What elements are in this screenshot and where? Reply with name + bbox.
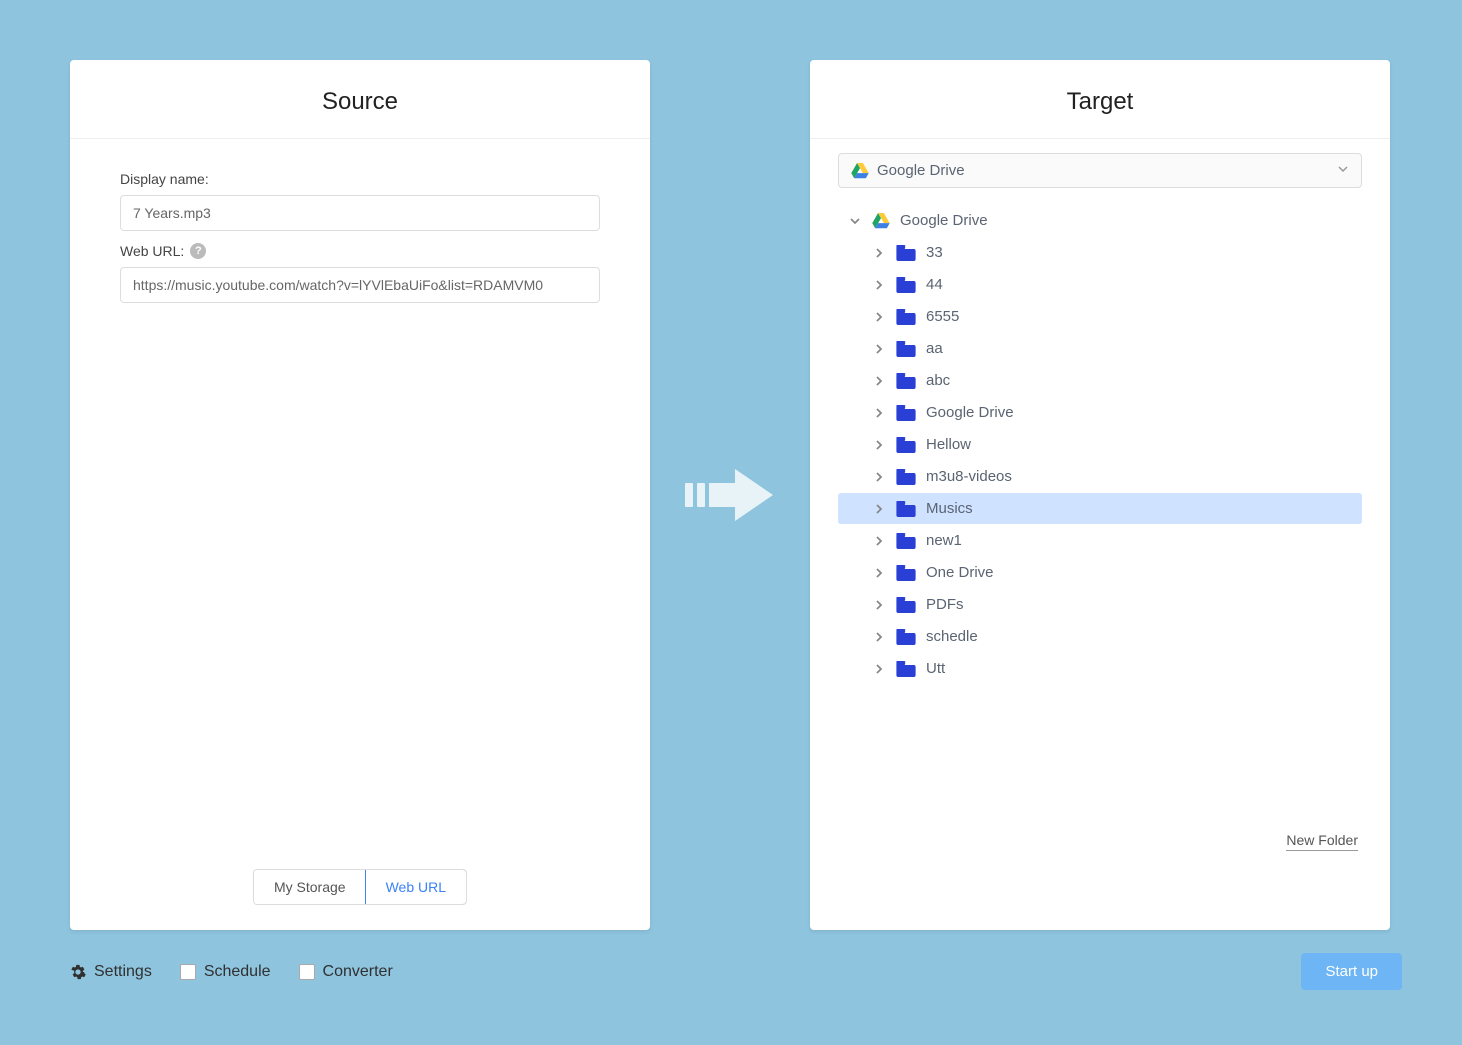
chevron-right-icon[interactable] — [872, 278, 886, 292]
transfer-arrow-icon — [680, 465, 780, 525]
tree-folder-item[interactable]: Musics — [838, 493, 1362, 524]
target-body: Google Drive — [810, 139, 1390, 930]
tree-folder-item[interactable]: new1 — [838, 525, 1362, 556]
chevron-right-icon[interactable] — [872, 246, 886, 260]
chevron-right-icon[interactable] — [872, 534, 886, 548]
tab-web-url[interactable]: Web URL — [365, 869, 467, 905]
help-icon[interactable]: ? — [190, 243, 206, 259]
chevron-right-icon[interactable] — [872, 662, 886, 676]
tree-folder-item[interactable]: Google Drive — [838, 397, 1362, 428]
folder-label: 6555 — [926, 308, 959, 325]
folder-icon — [896, 565, 916, 581]
checkbox-icon — [180, 964, 196, 980]
folder-icon — [896, 469, 916, 485]
tree-folder-item[interactable]: schedle — [838, 621, 1362, 652]
folder-icon — [896, 437, 916, 453]
web-url-label: Web URL: ? — [120, 243, 600, 259]
folder-label: Musics — [926, 500, 973, 517]
drive-select[interactable]: Google Drive — [838, 153, 1362, 188]
settings-link[interactable]: Settings — [70, 963, 152, 981]
tree-folder-item[interactable]: 33 — [838, 237, 1362, 268]
chevron-right-icon[interactable] — [872, 470, 886, 484]
tree-folder-item[interactable]: abc — [838, 365, 1362, 396]
folder-label: Utt — [926, 660, 945, 677]
tree-folder-item[interactable]: One Drive — [838, 557, 1362, 588]
display-name-input[interactable] — [120, 195, 600, 231]
target-panel: Target Google Drive — [810, 60, 1390, 930]
folder-label: schedle — [926, 628, 978, 645]
tree-root-label: Google Drive — [900, 212, 988, 229]
chevron-right-icon[interactable] — [872, 406, 886, 420]
source-title: Source — [70, 60, 650, 139]
folder-label: aa — [926, 340, 943, 357]
folder-label: abc — [926, 372, 950, 389]
tree-folder-item[interactable]: PDFs — [838, 589, 1362, 620]
chevron-right-icon[interactable] — [872, 598, 886, 612]
folder-icon — [896, 373, 916, 389]
folder-label: Hellow — [926, 436, 971, 453]
source-panel: Source Display name: Web URL: ? My Stora… — [70, 60, 650, 930]
folder-icon — [896, 501, 916, 517]
source-tabs: My Storage Web URL — [253, 869, 467, 905]
folder-icon — [896, 341, 916, 357]
chevron-right-icon[interactable] — [872, 502, 886, 516]
gear-icon — [70, 964, 86, 980]
folder-label: 33 — [926, 244, 943, 261]
chevron-right-icon[interactable] — [872, 566, 886, 580]
new-folder-link[interactable]: New Folder — [1286, 832, 1358, 851]
google-drive-icon — [851, 163, 869, 179]
folder-icon — [896, 245, 916, 261]
tree-folder-item[interactable]: Utt — [838, 653, 1362, 684]
tree-folder-item[interactable]: Hellow — [838, 429, 1362, 460]
folder-icon — [896, 597, 916, 613]
chevron-right-icon[interactable] — [872, 630, 886, 644]
tab-my-storage[interactable]: My Storage — [254, 870, 366, 904]
target-title: Target — [810, 60, 1390, 139]
folder-icon — [896, 277, 916, 293]
tree-root[interactable]: Google Drive — [838, 205, 1362, 236]
source-body: Display name: Web URL: ? My Storage Web … — [70, 139, 650, 930]
folder-label: m3u8-videos — [926, 468, 1012, 485]
folder-icon — [896, 405, 916, 421]
tree-folder-item[interactable]: m3u8-videos — [838, 461, 1362, 492]
folder-label: PDFs — [926, 596, 964, 613]
folder-icon — [896, 661, 916, 677]
folder-label: Google Drive — [926, 404, 1014, 421]
tree-folder-item[interactable]: 44 — [838, 269, 1362, 300]
chevron-right-icon[interactable] — [872, 342, 886, 356]
folder-tree[interactable]: Google Drive 33 44 6555 aa abc Google Drive He… — [838, 204, 1362, 822]
folder-label: 44 — [926, 276, 943, 293]
checkbox-icon — [299, 964, 315, 980]
folder-label: One Drive — [926, 564, 994, 581]
start-button[interactable]: Start up — [1301, 953, 1402, 990]
chevron-right-icon[interactable] — [872, 310, 886, 324]
chevron-right-icon[interactable] — [872, 374, 886, 388]
folder-icon — [896, 629, 916, 645]
chevron-right-icon[interactable] — [872, 438, 886, 452]
schedule-checkbox[interactable]: Schedule — [180, 963, 271, 981]
folder-label: new1 — [926, 532, 962, 549]
footer: Settings Schedule Converter Start up — [70, 953, 1402, 990]
folder-icon — [896, 533, 916, 549]
chevron-down-icon — [1337, 162, 1349, 180]
tree-folder-item[interactable]: aa — [838, 333, 1362, 364]
tree-folder-item[interactable]: 6555 — [838, 301, 1362, 332]
web-url-input[interactable] — [120, 267, 600, 303]
display-name-label: Display name: — [120, 171, 600, 187]
chevron-down-icon[interactable] — [848, 214, 862, 228]
google-drive-icon — [872, 213, 890, 229]
drive-select-label: Google Drive — [877, 162, 965, 179]
folder-icon — [896, 309, 916, 325]
converter-checkbox[interactable]: Converter — [299, 963, 393, 981]
